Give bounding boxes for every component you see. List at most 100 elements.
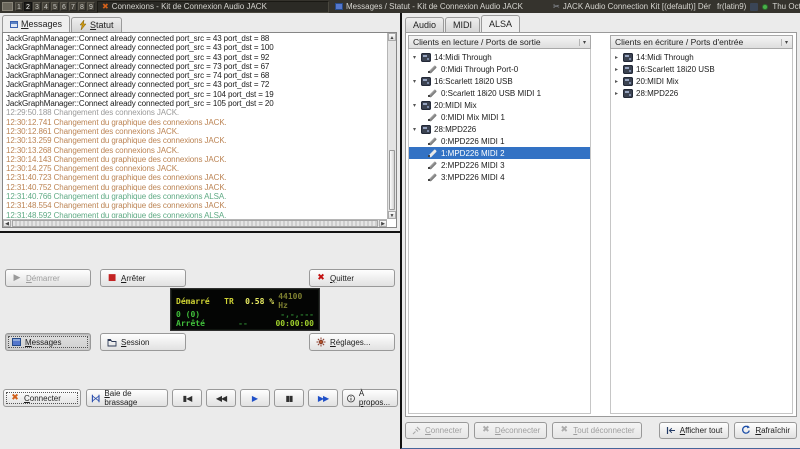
quit-button[interactable]: ✖ Quitter: [309, 269, 395, 287]
log-horizontal-scrollbar[interactable]: ◀ ▶: [3, 219, 387, 227]
keyboard-layout-indicator[interactable]: fr(latin9): [717, 2, 746, 11]
button-label: Baie de brassage: [104, 389, 163, 407]
messages-button[interactable]: Messages: [5, 333, 91, 351]
connect-button[interactable]: ✖ Connecter: [3, 389, 81, 407]
stop-icon: ■: [107, 273, 117, 283]
midi-port-icon: [428, 172, 438, 182]
button-label: Tout déconnecter: [573, 426, 634, 435]
collapse-icon[interactable]: ▾: [411, 78, 418, 85]
settings-button[interactable]: Réglages...: [309, 333, 395, 351]
expand-icon[interactable]: ▸: [613, 78, 620, 85]
client-row[interactable]: ▸28:MPD226: [611, 87, 792, 99]
quit-icon: ✖: [316, 273, 326, 283]
client-row[interactable]: ▸16:Scarlett 18i20 USB: [611, 63, 792, 75]
refresh-button[interactable]: Rafraîchir: [734, 422, 797, 439]
port-row[interactable]: 0:MIDI Mix MIDI 1: [409, 111, 590, 123]
scrollbar-thumb[interactable]: [12, 220, 378, 227]
midi-client-icon: [623, 77, 633, 86]
log-line: 12:30:13.259 Changement du graphique des…: [6, 136, 386, 145]
port-row[interactable]: 0:Midi Through Port-0: [409, 63, 590, 75]
session-button[interactable]: Session: [100, 333, 186, 351]
log-line: 12:31:48.554 Changement du graphique des…: [6, 201, 386, 210]
workspace-6[interactable]: 6: [60, 2, 68, 11]
tray-app-icon[interactable]: [750, 3, 758, 11]
rewind-icon: ◀◀: [216, 394, 226, 403]
scrollbar-thumb[interactable]: [389, 150, 395, 210]
client-row[interactable]: ▸20:MIDI Mix: [611, 75, 792, 87]
button-label: Session: [121, 338, 149, 347]
disconnect-ports-button[interactable]: ✖ Déconnecter: [474, 422, 547, 439]
workspace-4[interactable]: 4: [42, 2, 50, 11]
scroll-left-icon[interactable]: ◀: [3, 220, 11, 227]
port-name: 2:MPD226 MIDI 3: [441, 161, 505, 170]
patchbay-button[interactable]: Baie de brassage: [86, 389, 168, 407]
expand-icon[interactable]: ▸: [613, 54, 620, 61]
transport-pause-button[interactable]: ▮▮: [274, 389, 304, 407]
workspace-7[interactable]: 7: [69, 2, 77, 11]
tab-label: Audio: [413, 20, 436, 30]
workspace-switcher: 123456789: [15, 2, 95, 11]
workspace-2[interactable]: 2: [24, 2, 32, 11]
tab-audio[interactable]: Audio: [405, 17, 444, 32]
transport-play-button[interactable]: ▶: [240, 389, 270, 407]
tab-messages[interactable]: Messages: [2, 15, 70, 32]
client-row[interactable]: ▾28:MPD226: [409, 123, 590, 135]
scroll-down-icon[interactable]: ▼: [388, 211, 396, 219]
system-tray: fr(latin9) Thu Oct 03, 12:32: [717, 1, 800, 12]
transport-backward-button[interactable]: ▮◀: [172, 389, 202, 407]
button-label: Démarrer: [26, 274, 60, 283]
tab-statut[interactable]: Statut: [71, 17, 122, 32]
show-all-button[interactable]: Afficher tout: [659, 422, 730, 439]
tray-status-icon[interactable]: [762, 4, 768, 10]
client-name: 16:Scarlett 18i20 USB: [434, 77, 513, 86]
tab-label: ALSA: [489, 19, 512, 29]
tab-alsa[interactable]: ALSA: [481, 15, 520, 32]
scroll-up-icon[interactable]: ▲: [388, 33, 396, 41]
workspace-5[interactable]: 5: [51, 2, 59, 11]
log-line: 12:31:40.723 Changement du graphique des…: [6, 173, 386, 182]
stop-button[interactable]: ■ Arrêter: [100, 269, 186, 287]
client-row[interactable]: ▸14:Midi Through: [611, 51, 792, 63]
transport-forward-button[interactable]: ▶▶: [308, 389, 338, 407]
expand-icon[interactable]: ▸: [613, 66, 620, 73]
about-button[interactable]: À propos...: [342, 389, 398, 407]
scroll-right-icon[interactable]: ▶: [379, 220, 387, 227]
dropdown-icon[interactable]: ▾: [579, 39, 586, 46]
expand-icon[interactable]: ▸: [613, 90, 620, 97]
workspace-1[interactable]: 1: [15, 2, 23, 11]
port-row[interactable]: 0:MPD226 MIDI 1: [409, 135, 590, 147]
readable-clients-header[interactable]: Clients en lecture / Ports de sortie ▾: [408, 35, 591, 49]
workspace-8[interactable]: 8: [78, 2, 86, 11]
taskbar-window-main[interactable]: ✂ JACK Audio Connection Kit [(default)] …: [549, 1, 715, 13]
writable-clients-header[interactable]: Clients en écriture / Ports d'entrée ▾: [610, 35, 793, 49]
expand-all-icon: [666, 426, 676, 435]
start-button[interactable]: ▶ Démarrer: [5, 269, 91, 287]
taskbar-window-messages[interactable]: Messages / Statut - Kit de Connexion Aud…: [331, 1, 547, 13]
transport-rewind-button[interactable]: ◀◀: [206, 389, 236, 407]
workspace-3[interactable]: 3: [33, 2, 41, 11]
midi-port-icon: [428, 112, 438, 122]
collapse-icon[interactable]: ▾: [411, 126, 418, 133]
port-row[interactable]: 3:MPD226 MIDI 4: [409, 171, 590, 183]
log-vertical-scrollbar[interactable]: ▲ ▼: [387, 33, 396, 219]
client-row[interactable]: ▾20:MIDI Mix: [409, 99, 590, 111]
dsp-load: 0.58 %: [241, 297, 278, 306]
taskbar-window-connections[interactable]: ✖ Connexions - Kit de Connexion Audio JA…: [97, 1, 329, 13]
port-row[interactable]: 1:MPD226 MIDI 2: [409, 147, 590, 159]
connect-ports-button[interactable]: Connecter: [405, 422, 469, 439]
button-label: À propos...: [359, 389, 393, 407]
collapse-icon[interactable]: ▾: [411, 102, 418, 109]
button-label: Connecter: [425, 426, 462, 435]
client-row[interactable]: ▾ 16:Scarlett 18i20 USB: [409, 75, 590, 87]
log-line: JackGraphManager::Connect already connec…: [6, 90, 386, 99]
pager-icon[interactable]: [2, 2, 13, 11]
dropdown-icon[interactable]: ▾: [781, 39, 788, 46]
collapse-icon[interactable]: ▾: [411, 54, 418, 61]
tab-midi[interactable]: MIDI: [445, 17, 480, 32]
disconnect-all-button[interactable]: ✖ Tout déconnecter: [552, 422, 641, 439]
port-row[interactable]: 0:Scarlett 18i20 USB MIDI 1: [409, 87, 590, 99]
workspace-9[interactable]: 9: [87, 2, 95, 11]
midi-client-icon: [623, 65, 633, 74]
port-row[interactable]: 2:MPD226 MIDI 3: [409, 159, 590, 171]
client-row[interactable]: ▾14:Midi Through: [409, 51, 590, 63]
